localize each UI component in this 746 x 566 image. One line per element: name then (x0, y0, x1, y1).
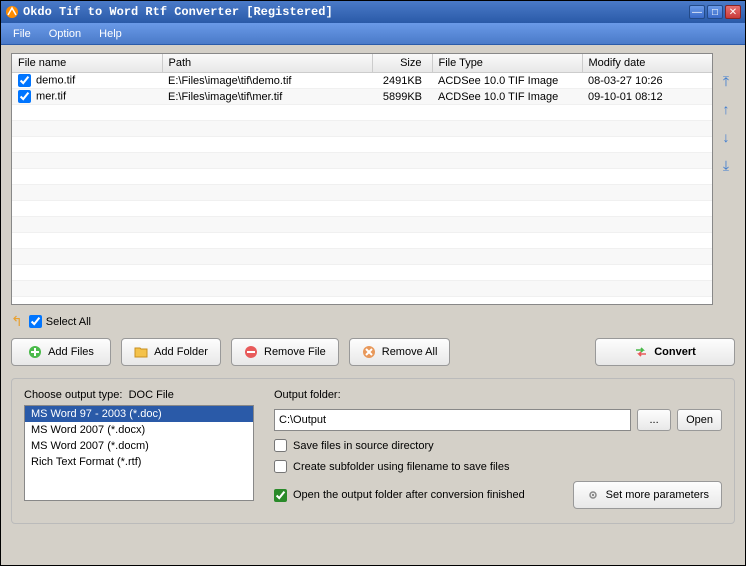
maximize-button[interactable]: ☐ (707, 5, 723, 19)
move-up-icon[interactable]: ↑ (718, 101, 734, 117)
table-row (12, 217, 712, 233)
table-row (12, 121, 712, 137)
table-row (12, 233, 712, 249)
table-row[interactable]: mer.tifE:\Files\image\tif\mer.tif5899KBA… (12, 89, 712, 105)
main-window: Okdo Tif to Word Rtf Converter [Register… (0, 0, 746, 566)
parent-folder-icon[interactable]: ↰ (11, 313, 23, 330)
output-type-option[interactable]: MS Word 2007 (*.docm) (25, 438, 253, 454)
menu-option[interactable]: Option (43, 26, 87, 42)
col-size[interactable]: Size (372, 54, 432, 73)
table-row (12, 185, 712, 201)
add-icon (28, 345, 42, 359)
menu-file[interactable]: File (7, 26, 37, 42)
add-files-button[interactable]: Add Files (11, 338, 111, 366)
output-type-label: Choose output type: DOC File (24, 389, 254, 401)
select-all-input[interactable] (29, 315, 42, 328)
move-bottom-icon[interactable]: ⤓ (718, 157, 734, 173)
table-row (12, 249, 712, 265)
select-all-label: Select All (46, 316, 91, 328)
output-type-option[interactable]: MS Word 97 - 2003 (*.doc) (25, 406, 253, 422)
table-row (12, 281, 712, 297)
row-checkbox[interactable] (18, 74, 31, 87)
file-table[interactable]: File name Path Size File Type Modify dat… (11, 53, 713, 305)
menubar: File Option Help (1, 23, 745, 45)
create-subfolder-checkbox[interactable]: Create subfolder using filename to save … (274, 460, 722, 473)
output-type-listbox[interactable]: MS Word 97 - 2003 (*.doc)MS Word 2007 (*… (24, 405, 254, 501)
table-row (12, 265, 712, 281)
table-row[interactable]: demo.tifE:\Files\image\tif\demo.tif2491K… (12, 73, 712, 89)
remove-all-icon (362, 345, 376, 359)
table-row (12, 201, 712, 217)
titlebar[interactable]: Okdo Tif to Word Rtf Converter [Register… (1, 1, 745, 23)
remove-file-button[interactable]: Remove File (231, 338, 339, 366)
output-type-option[interactable]: MS Word 2007 (*.docx) (25, 422, 253, 438)
convert-button[interactable]: Convert (595, 338, 735, 366)
open-folder-button[interactable]: Open (677, 409, 722, 431)
table-row (12, 169, 712, 185)
gear-icon (586, 488, 600, 502)
output-folder-input[interactable] (274, 409, 631, 431)
col-type[interactable]: File Type (432, 54, 582, 73)
folder-icon (134, 345, 148, 359)
menu-help[interactable]: Help (93, 26, 128, 42)
output-type-option[interactable]: Rich Text Format (*.rtf) (25, 454, 253, 470)
row-checkbox[interactable] (18, 90, 31, 103)
select-all-checkbox[interactable]: Select All (29, 315, 91, 328)
app-icon (5, 5, 19, 19)
set-more-parameters-button[interactable]: Set more parameters (573, 481, 722, 509)
col-filename[interactable]: File name (12, 54, 162, 73)
table-row (12, 153, 712, 169)
close-button[interactable]: ✕ (725, 5, 741, 19)
table-row (12, 137, 712, 153)
minimize-button[interactable]: — (689, 5, 705, 19)
reorder-arrows: ⤒ ↑ ↓ ⤓ (717, 53, 735, 305)
browse-button[interactable]: ... (637, 409, 671, 431)
table-row (12, 105, 712, 121)
add-folder-button[interactable]: Add Folder (121, 338, 221, 366)
remove-all-button[interactable]: Remove All (349, 338, 451, 366)
convert-icon (634, 345, 648, 359)
window-title: Okdo Tif to Word Rtf Converter [Register… (23, 5, 689, 19)
open-after-checkbox[interactable]: Open the output folder after conversion … (274, 489, 573, 502)
col-path[interactable]: Path (162, 54, 372, 73)
move-top-icon[interactable]: ⤒ (718, 73, 734, 89)
remove-icon (244, 345, 258, 359)
col-date[interactable]: Modify date (582, 54, 712, 73)
output-folder-label: Output folder: (274, 389, 722, 401)
move-down-icon[interactable]: ↓ (718, 129, 734, 145)
save-in-source-checkbox[interactable]: Save files in source directory (274, 439, 722, 452)
